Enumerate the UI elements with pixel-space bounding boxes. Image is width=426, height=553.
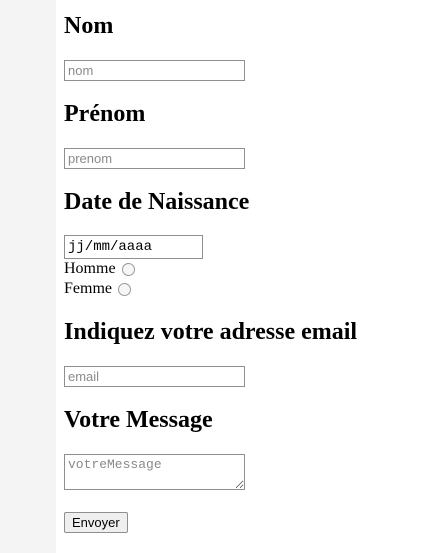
date-format-text: jj/mm/aaaa	[68, 239, 153, 255]
prenom-heading: Prénom	[64, 101, 146, 127]
homme-label: Homme	[64, 260, 116, 277]
date-naissance-input[interactable]: jj/mm/aaaa	[64, 235, 203, 259]
prenom-input[interactable]	[64, 148, 245, 169]
left-margin-strip	[0, 0, 56, 553]
envoyer-button[interactable]: Envoyer	[64, 512, 128, 533]
nom-heading: Nom	[64, 13, 114, 39]
email-heading: Indiquez votre adresse email	[64, 319, 358, 345]
femme-option: Femme	[64, 279, 131, 299]
message-heading: Votre Message	[64, 407, 213, 433]
homme-option: Homme	[64, 259, 135, 279]
email-input[interactable]	[64, 366, 245, 387]
nom-input[interactable]	[64, 60, 245, 81]
homme-radio[interactable]	[121, 262, 135, 276]
femme-label: Femme	[64, 280, 112, 297]
message-textarea[interactable]	[64, 454, 245, 490]
femme-radio[interactable]	[118, 282, 131, 296]
date-naissance-heading: Date de Naissance	[64, 189, 250, 215]
